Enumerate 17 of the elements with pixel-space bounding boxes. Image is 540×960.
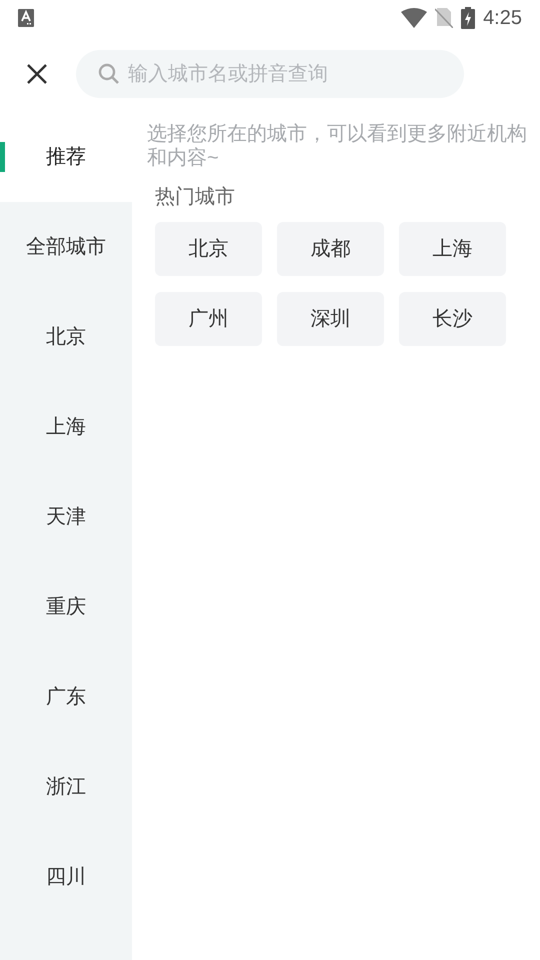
battery-charging-icon — [461, 7, 476, 29]
city-button[interactable]: 成都 — [277, 222, 384, 276]
section-title: 热门城市 — [155, 185, 236, 210]
search-field[interactable]: 输入城市名或拼音查询 — [76, 50, 464, 98]
city-button[interactable]: 上海 — [399, 222, 506, 276]
hint-text: 选择您所在的城市，可以看到更多附近机构和内容~ — [147, 122, 528, 170]
city-button[interactable]: 广州 — [155, 292, 262, 346]
no-sim-icon — [435, 8, 454, 28]
selection-indicator — [0, 142, 5, 172]
clock-time: 4:25 — [483, 6, 522, 31]
sidebar-item[interactable]: 推荐 — [0, 112, 132, 202]
wifi-icon — [401, 8, 428, 28]
keyboard-app-icon — [18, 9, 34, 27]
city-button[interactable]: 长沙 — [399, 292, 506, 346]
city-button[interactable]: 北京 — [155, 222, 262, 276]
search-icon — [98, 63, 120, 85]
city-button[interactable]: 深圳 — [277, 292, 384, 346]
